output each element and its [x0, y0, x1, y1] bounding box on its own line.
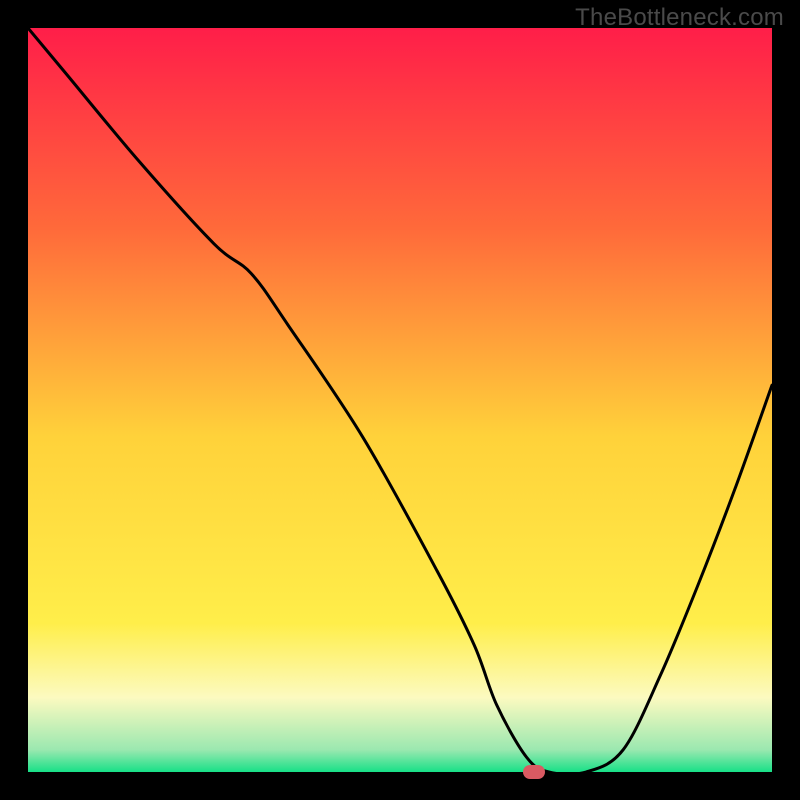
chart-curve: [28, 28, 772, 772]
chart-marker: [523, 765, 545, 779]
chart-plot-area: [28, 28, 772, 772]
watermark-text: TheBottleneck.com: [575, 4, 784, 32]
stage: TheBottleneck.com: [0, 0, 800, 800]
